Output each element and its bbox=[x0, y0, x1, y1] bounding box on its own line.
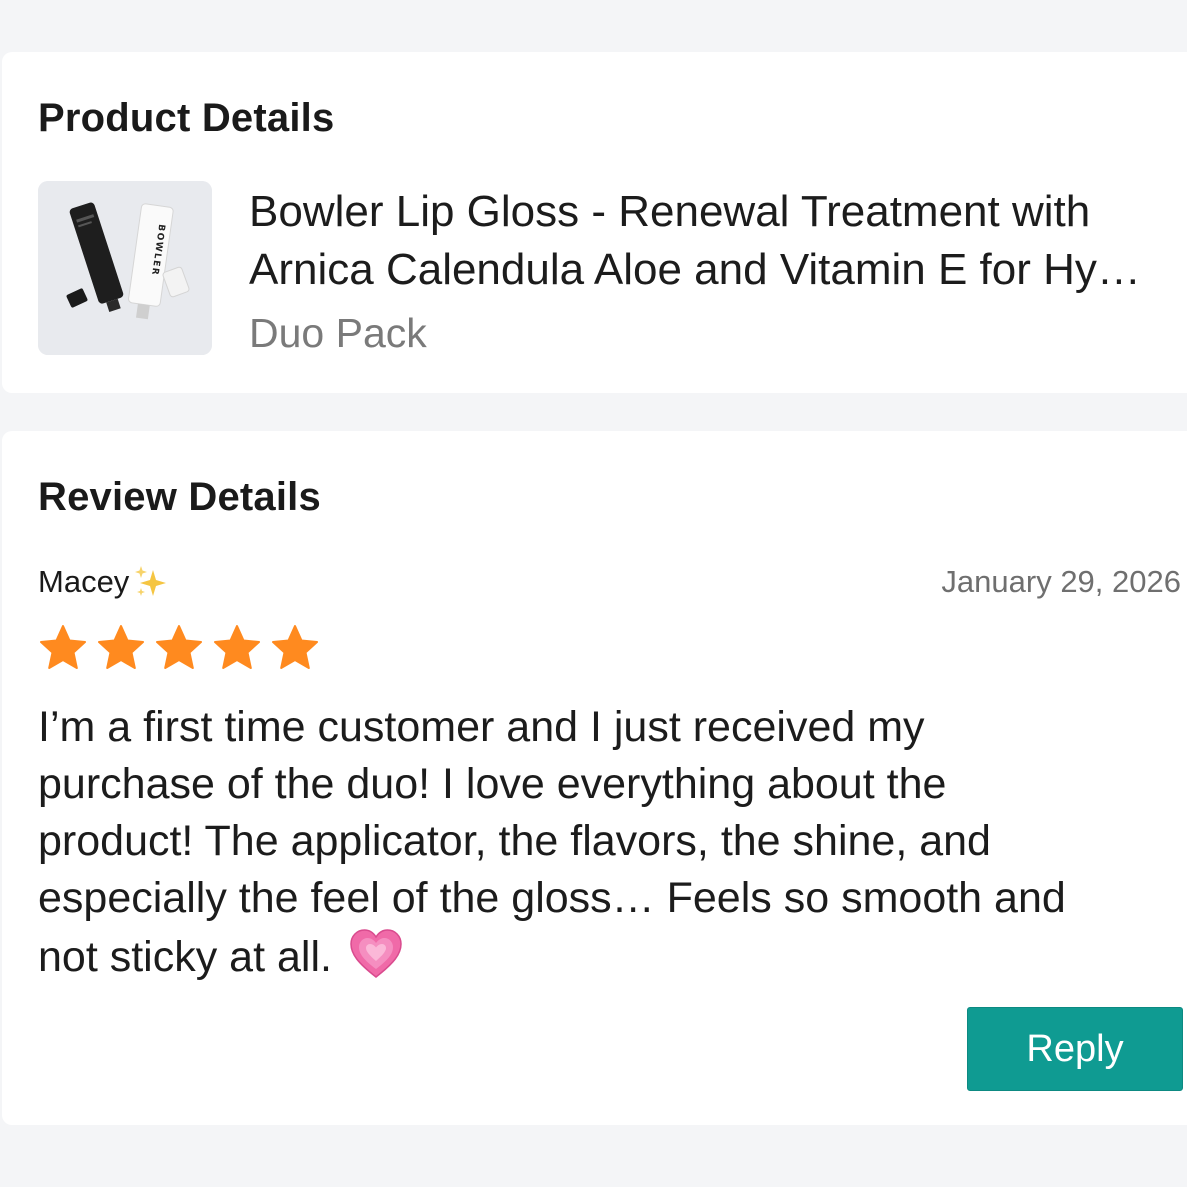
review-text: I’m a first time customer and I just rec… bbox=[38, 699, 1168, 986]
review-text-line: I’m a first time customer and I just rec… bbox=[38, 703, 925, 751]
star-icon bbox=[40, 625, 86, 669]
review-text-line: purchase of the duo! I love everything a… bbox=[38, 760, 947, 808]
growing-heart-icon bbox=[350, 929, 402, 978]
reviewer-name: Macey bbox=[38, 564, 130, 599]
product-name[interactable]: Bowler Lip Gloss - Renewal Treatment wit… bbox=[249, 183, 1174, 299]
star-icon bbox=[98, 625, 144, 669]
product-variant: Duo Pack bbox=[249, 310, 427, 356]
review-text-line: not sticky at all. bbox=[38, 933, 332, 981]
product-details-card: Product Details BOWLER Bowler Lip Gloss … bbox=[2, 52, 1187, 393]
reply-button[interactable]: Reply bbox=[967, 1007, 1183, 1091]
reviewer: Macey bbox=[38, 562, 171, 602]
star-icon bbox=[214, 625, 260, 669]
review-text-line: especially the feel of the gloss… Feels … bbox=[38, 874, 1066, 922]
star-rating bbox=[38, 623, 320, 673]
product-details-title: Product Details bbox=[38, 96, 335, 140]
star-icon bbox=[156, 625, 202, 669]
star-icon bbox=[272, 625, 318, 669]
product-thumbnail[interactable]: BOWLER bbox=[38, 181, 212, 355]
sparkles-icon bbox=[135, 566, 167, 596]
review-details-card: Review Details Macey January 29, 2026 I’… bbox=[2, 431, 1187, 1125]
product-name-line: Bowler Lip Gloss - Renewal Treatment wit… bbox=[249, 187, 1091, 236]
review-text-line-last: not sticky at all. bbox=[38, 927, 1168, 986]
review-details-title: Review Details bbox=[38, 475, 321, 519]
review-date: January 29, 2026 bbox=[941, 564, 1181, 599]
review-text-line: product! The applicator, the flavors, th… bbox=[38, 817, 991, 865]
product-name-line: Arnica Calendula Aloe and Vitamin E for … bbox=[249, 245, 1141, 294]
